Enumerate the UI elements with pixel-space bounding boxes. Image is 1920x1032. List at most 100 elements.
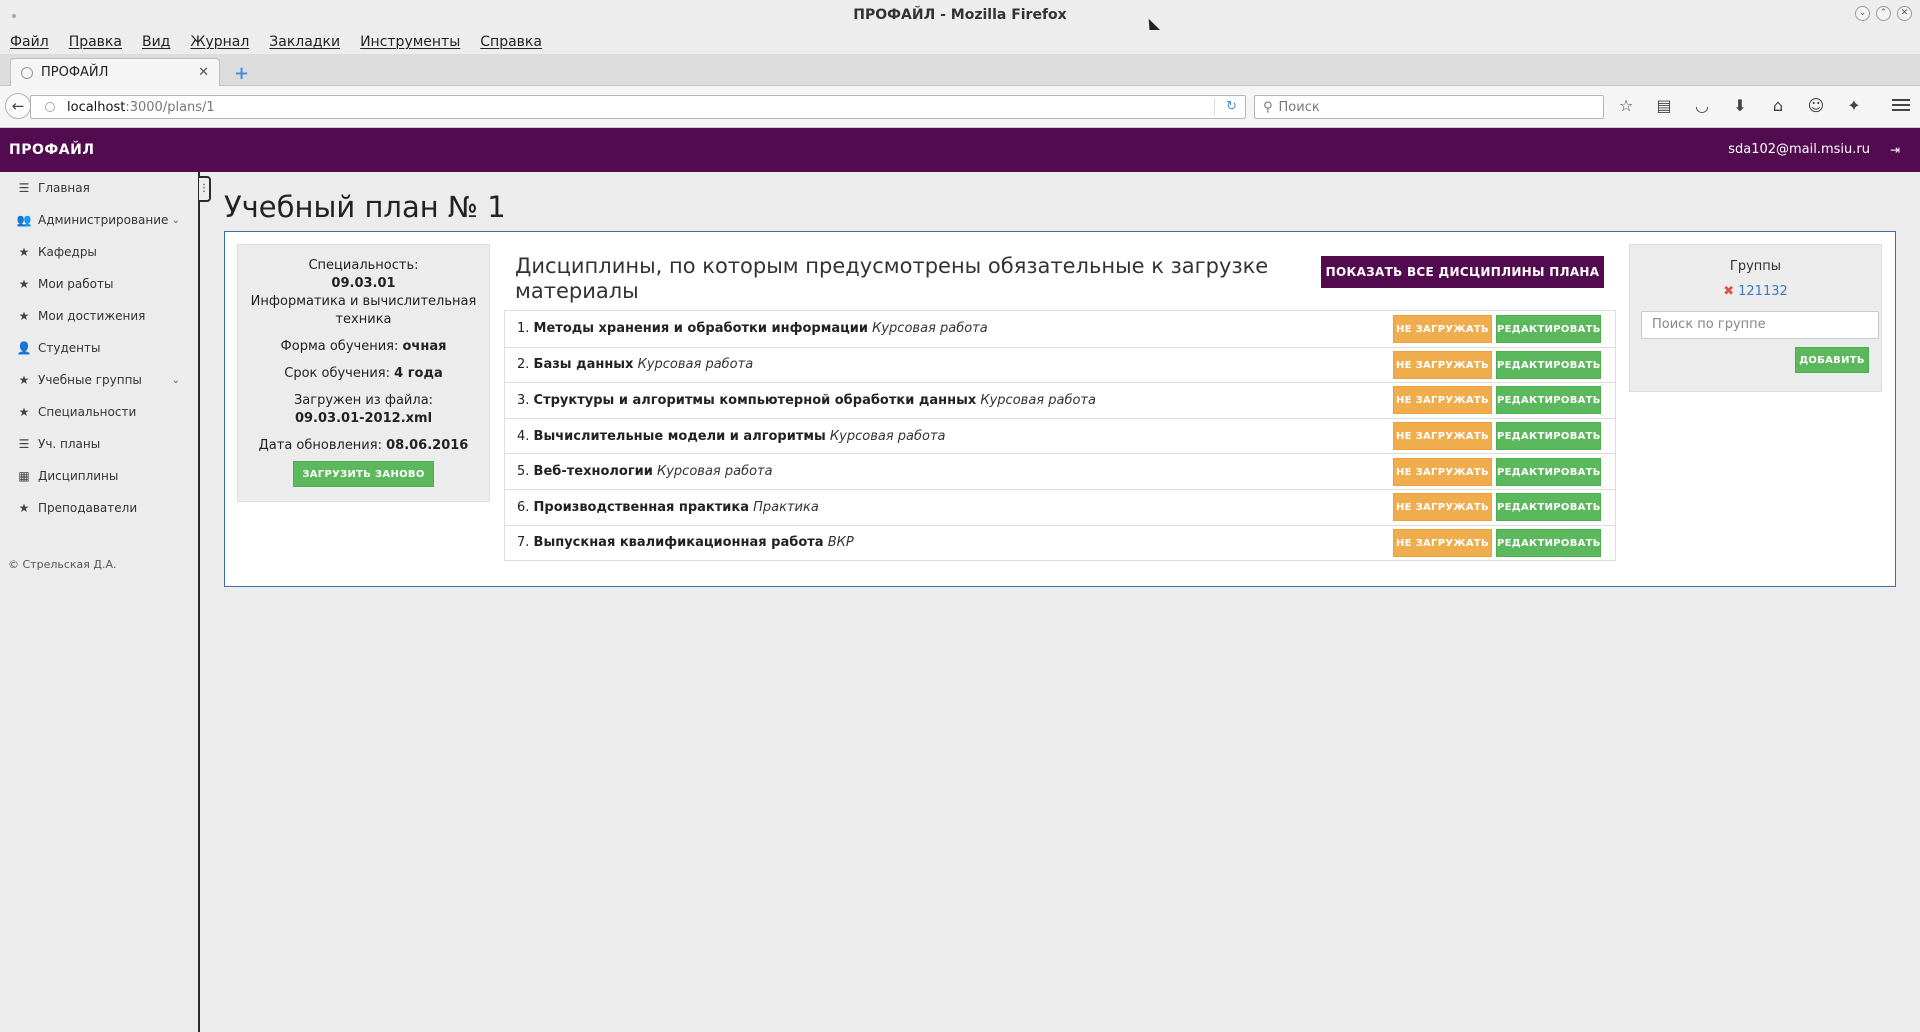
row-number: 5. [517, 464, 530, 480]
tab-close-icon[interactable]: ✕ [198, 65, 209, 80]
browser-tab[interactable]: ПРОФАЙЛ ✕ [10, 58, 220, 86]
row-number: 1. [517, 321, 530, 337]
skip-upload-button[interactable]: НЕ ЗАГРУЖАТЬ [1393, 528, 1492, 557]
menu-help[interactable]: Справка [480, 34, 542, 50]
sidebar-item-teachers[interactable]: ★ Преподаватели [0, 492, 198, 524]
row-number: 2. [517, 357, 530, 373]
grid-icon: ▦ [18, 469, 30, 483]
disciplines-table: 1. Методы хранения и обработки информаци… [504, 310, 1616, 562]
sidebar-item-departments[interactable]: ★ Кафедры [0, 236, 198, 268]
toolbar-icons: ☆ ▤ ◡ ⬇ ⌂ ☺ ✦ [1614, 95, 1866, 117]
show-all-disciplines-button[interactable]: ПОКАЗАТЬ ВСЕ ДИСЦИПЛИНЫ ПЛАНА (61) [1321, 256, 1604, 311]
study-form-label: Форма обучения: [280, 339, 399, 354]
sidebar-item-label: Студенты [38, 341, 101, 355]
edit-button[interactable]: РЕДАКТИРОВАТЬ [1496, 386, 1601, 415]
navigation-bar: localhost:3000/plans/1 ↻ ← ⚲ Поиск ☆ ▤ ◡… [0, 86, 1920, 128]
user-icon: 👤 [16, 341, 32, 355]
new-tab-icon[interactable]: + [234, 63, 249, 84]
sidebar-item-specialties[interactable]: ★ Специальности [0, 396, 198, 428]
home-icon[interactable]: ⌂ [1766, 95, 1790, 117]
plan-panel: Специальность: 09.03.01 Информатика и вы… [224, 231, 1896, 587]
menu-bar: Файл Правка Вид Журнал Закладки Инструме… [0, 30, 1920, 54]
url-bar[interactable]: localhost:3000/plans/1 ↻ [30, 95, 1246, 119]
site-info-icon[interactable] [45, 102, 55, 112]
sidebar-item-students[interactable]: 👤 Студенты [0, 332, 198, 364]
discipline-kind: Курсовая работа [637, 357, 754, 373]
window-titlebar: ПРОФАЙЛ - Mozilla Firefox ⌄ ⌃ ✕ [0, 0, 1920, 30]
discipline-text: 2. Базы данных Курсовая работа [517, 357, 1393, 372]
edit-button[interactable]: РЕДАКТИРОВАТЬ [1496, 314, 1601, 343]
row-number: 7. [517, 535, 530, 551]
menu-edit[interactable]: Правка [69, 34, 122, 50]
window-menu-dot[interactable] [12, 14, 16, 18]
sidebar-item-label: Дисциплины [38, 469, 119, 483]
reading-list-icon[interactable]: ▤ [1652, 95, 1676, 117]
sidebar-item-disciplines[interactable]: ▦ Дисциплины [0, 460, 198, 492]
edit-button[interactable]: РЕДАКТИРОВАТЬ [1496, 528, 1601, 557]
discipline-name: Производственная практика [533, 499, 749, 515]
chevron-down-icon: ⌄ [171, 374, 180, 386]
list-icon: ☰ [18, 181, 30, 195]
pocket-icon[interactable]: ◡ [1690, 95, 1714, 117]
brand-logo[interactable]: ПРОФАЙЛ [9, 128, 94, 172]
sidebar-item-plans[interactable]: ☰ Уч. планы [0, 428, 198, 460]
search-bar[interactable]: ⚲ Поиск [1254, 95, 1604, 119]
specialty-info-box: Специальность: 09.03.01 Информатика и вы… [237, 244, 490, 502]
menu-history[interactable]: Журнал [190, 34, 249, 50]
skip-upload-button[interactable]: НЕ ЗАГРУЖАТЬ [1393, 314, 1492, 343]
sidebar-item-my-works[interactable]: ★ Мои работы [0, 268, 198, 300]
skip-upload-button[interactable]: НЕ ЗАГРУЖАТЬ [1393, 493, 1492, 522]
favicon-icon [21, 66, 33, 79]
menu-file[interactable]: Файл [10, 34, 49, 50]
sidebar-item-study-groups[interactable]: ★ Учебные группы ⌄ [0, 364, 198, 396]
add-group-button[interactable]: ДОБАВИТЬ [1795, 347, 1869, 373]
skip-upload-button[interactable]: НЕ ЗАГРУЖАТЬ [1393, 422, 1492, 451]
reload-icon[interactable]: ↻ [1226, 99, 1237, 114]
reload-plan-button[interactable]: Загрузить заново [293, 461, 434, 487]
menu-view[interactable]: Вид [142, 34, 170, 50]
sidebar-item-label: Мои достижения [38, 309, 146, 323]
minimize-icon[interactable]: ⌄ [1855, 6, 1870, 21]
users-icon: 👥 [16, 213, 32, 227]
star-icon: ★ [18, 405, 30, 419]
discipline-name: Веб-технологии [533, 464, 653, 480]
row-number: 3. [517, 392, 530, 408]
sidebar-toggle-handle[interactable]: ⋮ [199, 176, 211, 202]
discipline-kind: Курсовая работа [657, 464, 773, 480]
edit-button[interactable]: РЕДАКТИРОВАТЬ [1496, 457, 1601, 486]
close-icon[interactable]: ✕ [1897, 6, 1912, 21]
discipline-text: 3. Структуры и алгоритмы компьютерной об… [517, 393, 1393, 408]
sidebar-item-my-achievements[interactable]: ★ Мои достижения [0, 300, 198, 332]
maximize-icon[interactable]: ⌃ [1876, 6, 1891, 21]
source-file-value: 09.03.01-2012.xml [294, 411, 433, 426]
edit-button[interactable]: РЕДАКТИРОВАТЬ [1496, 493, 1601, 522]
sidebar-item-administration[interactable]: 👥 Администрирование ⌄ [0, 204, 198, 236]
update-date-value: 08.06.2016 [386, 438, 469, 453]
skip-upload-button[interactable]: НЕ ЗАГРУЖАТЬ [1393, 386, 1492, 415]
sidebar-item-home[interactable]: ☰ Главная [0, 172, 198, 204]
menu-bookmarks[interactable]: Закладки [269, 34, 340, 50]
edit-button[interactable]: РЕДАКТИРОВАТЬ [1496, 350, 1601, 379]
skip-upload-button[interactable]: НЕ ЗАГРУЖАТЬ [1393, 457, 1492, 486]
back-button[interactable]: ← [5, 93, 31, 119]
discipline-text: 4. Вычислительные модели и алгоритмы Кур… [517, 429, 1393, 444]
chevron-down-icon: ⌄ [171, 214, 180, 226]
study-term: Срок обучения: 4 года [238, 365, 489, 383]
sidebar-item-label: Уч. планы [38, 437, 101, 451]
group-search-input[interactable]: Поиск по группе [1641, 311, 1879, 339]
extension-icon[interactable]: ✦ [1842, 95, 1866, 117]
remove-group-icon[interactable]: ✖ [1723, 284, 1734, 299]
star-icon: ★ [18, 245, 30, 259]
bookmark-star-icon[interactable]: ☆ [1614, 95, 1638, 117]
skip-upload-button[interactable]: НЕ ЗАГРУЖАТЬ [1393, 350, 1492, 379]
group-link[interactable]: 121132 [1738, 284, 1788, 299]
groups-box: Группы ✖ 121132 Поиск по группе ДОБАВИТЬ [1629, 244, 1882, 392]
url-host: localhost [67, 99, 126, 115]
logout-icon[interactable]: ⇥ [1890, 128, 1900, 172]
download-icon[interactable]: ⬇ [1728, 95, 1752, 117]
chat-icon[interactable]: ☺ [1804, 95, 1828, 117]
hamburger-menu-icon[interactable] [1892, 96, 1910, 114]
menu-tools[interactable]: Инструменты [360, 34, 460, 50]
user-email[interactable]: sda102@mail.msiu.ru [1728, 128, 1870, 172]
edit-button[interactable]: РЕДАКТИРОВАТЬ [1496, 422, 1601, 451]
